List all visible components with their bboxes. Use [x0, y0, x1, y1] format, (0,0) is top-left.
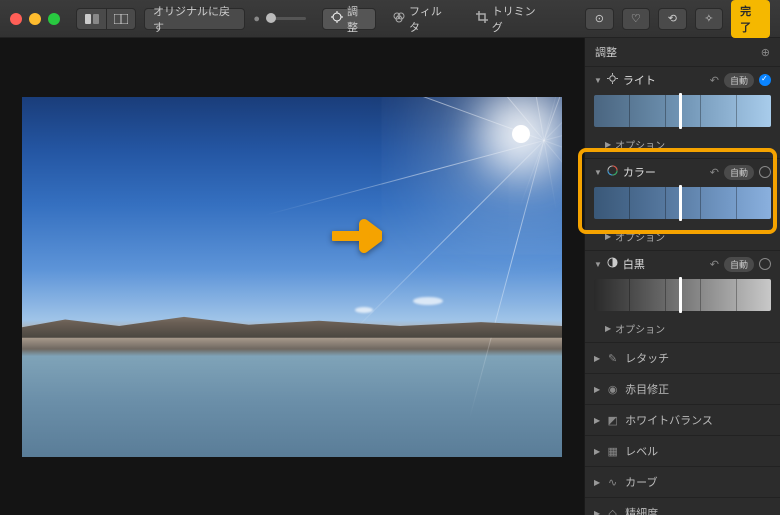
retouch-label: レタッチ	[625, 350, 669, 366]
row-levels[interactable]: ▶ ▦ レベル	[585, 436, 780, 467]
heart-icon: ♡	[631, 12, 641, 25]
rotate-icon: ⟲	[668, 12, 677, 25]
bw-options-label: オプション	[615, 321, 665, 336]
wb-icon: ◩	[606, 414, 619, 427]
panel-light-toggle[interactable]	[759, 74, 771, 86]
row-definition[interactable]: ▶ ◇ 精細度	[585, 498, 780, 515]
color-wheel-icon	[607, 165, 618, 179]
ellipsis-icon: ⊙	[595, 12, 604, 25]
disclosure-triangle-icon: ▶	[594, 354, 600, 363]
panel-color: ▼ カラー ↶ 自動 ▶ オプション	[585, 159, 780, 251]
row-redeye[interactable]: ▶ ◉ 赤目修正	[585, 374, 780, 405]
revert-original-button[interactable]: オリジナルに戻す	[144, 8, 245, 30]
redeye-label: 赤目修正	[625, 381, 669, 397]
disclosure-triangle-icon: ▼	[594, 260, 602, 269]
disclosure-triangle-icon: ▶	[594, 478, 600, 487]
definition-icon: ◇	[606, 507, 619, 515]
whitebalance-label: ホワイトバランス	[625, 412, 713, 428]
light-options-label: オプション	[615, 137, 665, 152]
adjust-label: 調整	[347, 3, 367, 35]
panel-bw-head[interactable]: ▼ 白黒 ↶ 自動	[585, 251, 780, 277]
toolbar: オリジナルに戻す ● 調整 フィルタ トリミング ⊙ ♡ ⟲ ✧ 完了	[0, 0, 780, 38]
crop-icon	[476, 11, 488, 26]
disclosure-triangle-icon: ▶	[594, 385, 600, 394]
filter-tab[interactable]: フィルタ	[384, 8, 459, 30]
panel-bw-label: 白黒	[623, 256, 705, 272]
canvas	[0, 38, 584, 515]
disclosure-triangle-icon: ▼	[594, 76, 602, 85]
undo-icon[interactable]: ↶	[710, 74, 719, 87]
adjust-tab[interactable]: 調整	[322, 8, 376, 30]
undo-icon[interactable]: ↶	[710, 258, 719, 271]
crop-label: トリミング	[492, 3, 543, 35]
panel-bw-toggle[interactable]	[759, 258, 771, 270]
color-options-row[interactable]: ▶ オプション	[585, 225, 780, 250]
disclosure-triangle-icon: ▶	[594, 447, 600, 456]
sidebar-title: 調整	[595, 44, 617, 60]
filter-icon	[393, 11, 405, 26]
panel-color-head[interactable]: ▼ カラー ↶ 自動	[585, 159, 780, 185]
callout-arrow	[332, 218, 382, 257]
bw-strip-slider[interactable]	[594, 279, 771, 311]
color-strip-slider[interactable]	[594, 187, 771, 219]
auto-button-color[interactable]: 自動	[724, 165, 754, 180]
wand-icon: ✧	[704, 12, 713, 25]
rotate-button[interactable]: ⟲	[658, 8, 687, 30]
disclosure-triangle-icon: ▶	[605, 232, 611, 241]
bandage-icon: ✎	[606, 352, 619, 365]
adjust-icon	[331, 11, 343, 26]
more-button[interactable]: ⊙	[585, 8, 614, 30]
eye-icon: ◉	[606, 383, 619, 396]
bw-options-row[interactable]: ▶ オプション	[585, 317, 780, 342]
panel-color-toggle[interactable]	[759, 166, 771, 178]
definition-label: 精細度	[625, 505, 658, 515]
disclosure-triangle-icon: ▶	[594, 509, 600, 515]
row-retouch[interactable]: ▶ ✎ レタッチ	[585, 343, 780, 374]
light-options-row[interactable]: ▶ オプション	[585, 133, 780, 158]
disclosure-triangle-icon: ▼	[594, 168, 602, 177]
auto-button-bw[interactable]: 自動	[724, 257, 754, 272]
auto-enhance-button[interactable]: ✧	[695, 8, 724, 30]
photo-preview[interactable]	[22, 97, 562, 457]
close-window[interactable]	[10, 13, 22, 25]
sidebar-header: 調整 ⊕	[585, 38, 780, 67]
bw-icon	[607, 257, 618, 271]
levels-label: レベル	[625, 443, 658, 459]
undo-icon[interactable]: ↶	[710, 166, 719, 179]
adjust-sidebar: 調整 ⊕ ▼ ライト ↶ 自動 ▶ オプション	[584, 38, 780, 515]
zoom-out-icon: ●	[253, 13, 260, 25]
curves-label: カーブ	[625, 474, 657, 490]
filter-label: フィルタ	[409, 3, 450, 35]
favorite-button[interactable]: ♡	[622, 8, 651, 30]
disclosure-triangle-icon: ▶	[594, 416, 600, 425]
color-options-label: オプション	[615, 229, 665, 244]
light-strip-slider[interactable]	[594, 95, 771, 127]
done-button[interactable]: 完了	[731, 0, 770, 38]
panel-light-head[interactable]: ▼ ライト ↶ 自動	[585, 67, 780, 93]
view-segment	[76, 8, 136, 30]
window-controls	[10, 13, 60, 25]
add-adjustment-icon[interactable]: ⊕	[761, 46, 770, 59]
panel-light: ▼ ライト ↶ 自動 ▶ オプション	[585, 67, 780, 159]
sun-icon	[607, 73, 618, 87]
panel-bw: ▼ 白黒 ↶ 自動 ▶ オプション	[585, 251, 780, 343]
panel-color-label: カラー	[623, 164, 705, 180]
minimize-window[interactable]	[29, 13, 41, 25]
row-whitebalance[interactable]: ▶ ◩ ホワイトバランス	[585, 405, 780, 436]
zoom-slider[interactable]: ●	[253, 13, 306, 25]
panel-light-label: ライト	[623, 72, 705, 88]
curves-icon: ∿	[606, 476, 619, 489]
row-curves[interactable]: ▶ ∿ カーブ	[585, 467, 780, 498]
auto-button-light[interactable]: 自動	[724, 73, 754, 88]
split-view-button[interactable]	[106, 8, 136, 30]
disclosure-triangle-icon: ▶	[605, 324, 611, 333]
thumbnail-view-button[interactable]	[76, 8, 106, 30]
levels-icon: ▦	[606, 445, 619, 458]
disclosure-triangle-icon: ▶	[605, 140, 611, 149]
crop-tab[interactable]: トリミング	[467, 8, 552, 30]
fullscreen-window[interactable]	[48, 13, 60, 25]
